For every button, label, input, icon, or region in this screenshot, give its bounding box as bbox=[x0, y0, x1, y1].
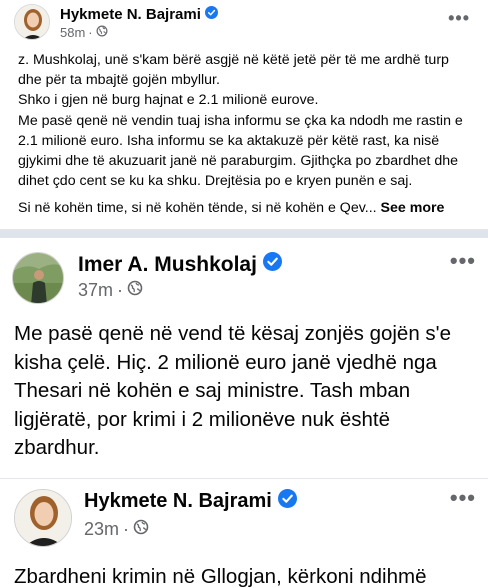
post-line: dhe për ta mbajtë gojën mbyllur. bbox=[18, 72, 220, 89]
post-hykmete-embedded: Hykmete N. Bajrami 23m · ••• Zbardheni k… bbox=[0, 478, 488, 588]
post-time[interactable]: 58m bbox=[60, 25, 85, 40]
post-separator bbox=[0, 230, 488, 238]
post-line: gjykimi dhe të akuzuarit janë në parabur… bbox=[18, 153, 459, 170]
post-time[interactable]: 23m bbox=[84, 519, 119, 540]
author-name-text[interactable]: Hykmete N. Bajrami bbox=[60, 6, 201, 23]
avatar-hykmete[interactable] bbox=[14, 4, 50, 40]
more-options-icon[interactable]: ••• bbox=[450, 248, 476, 274]
avatar-hykmete[interactable] bbox=[14, 489, 72, 547]
post-line: zbardhur. bbox=[14, 436, 100, 459]
post-line: kisha çelë. Hiç. 2 milionë euro janë vje… bbox=[14, 350, 437, 374]
author-name[interactable]: Hykmete N. Bajrami bbox=[60, 6, 218, 23]
post-meta: 37m · bbox=[78, 280, 143, 301]
post-body: z. Mushkolaj, unë s'kam bërë asgjë në kë… bbox=[18, 50, 474, 191]
globe-icon[interactable] bbox=[127, 280, 143, 301]
post-time[interactable]: 37m bbox=[78, 280, 113, 301]
post-hykmete-reply: Hykmete N. Bajrami 58m · ••• z. Mushkola… bbox=[0, 0, 488, 230]
globe-icon[interactable] bbox=[96, 25, 108, 40]
post-truncated-text: Si në kohën time, si në kohën tënde, si … bbox=[18, 200, 377, 216]
post-line: Shko i gjen në burg hajnat e 2.1 milionë… bbox=[18, 92, 319, 109]
see-more-link[interactable]: See more bbox=[381, 200, 445, 216]
author-name-text[interactable]: Hykmete N. Bajrami bbox=[84, 490, 272, 513]
post-meta: 58m · bbox=[60, 25, 108, 40]
post-line: ligjëratë, por krimi i 2 milionëve nuk ë… bbox=[14, 407, 390, 431]
author-name[interactable]: Hykmete N. Bajrami bbox=[84, 489, 297, 514]
verified-badge-icon bbox=[262, 252, 282, 277]
meta-separator: · bbox=[123, 519, 130, 539]
post-line: Thesari në kohën e saj ministre. Tash mb… bbox=[14, 379, 411, 402]
verified-badge-icon bbox=[204, 6, 218, 23]
post-body: Zbardheni krimin në Gllogjan, kërkoni nd… bbox=[14, 565, 427, 588]
post-line: Me pasë qenë në vend të kësaj zonjës goj… bbox=[14, 322, 451, 345]
globe-icon[interactable] bbox=[133, 519, 149, 540]
post-body: Me pasë qenë në vend të kësaj zonjës goj… bbox=[14, 320, 484, 463]
post-meta: 23m · bbox=[84, 519, 149, 540]
post-last-line: Si në kohën time, si në kohën tënde, si … bbox=[18, 200, 444, 216]
post-line: dihet çdo cent se ku ka shku. Drejtësia … bbox=[18, 173, 413, 190]
post-line: z. Mushkolaj, unë s'kam bërë asgjë në kë… bbox=[18, 52, 449, 68]
meta-separator: · bbox=[117, 280, 124, 300]
meta-separator: · bbox=[88, 25, 93, 40]
post-line: Me pasë qenë në vendin tuaj isha informu… bbox=[18, 112, 463, 129]
post-line: 2.1 milionë euro. Isha informu se ka akt… bbox=[18, 132, 440, 149]
more-options-icon[interactable]: ••• bbox=[448, 8, 470, 29]
verified-badge-icon bbox=[277, 489, 297, 514]
avatar-imer[interactable] bbox=[12, 252, 64, 304]
more-options-icon[interactable]: ••• bbox=[450, 485, 476, 511]
author-name-text[interactable]: Imer A. Mushkolaj bbox=[78, 253, 257, 277]
author-name[interactable]: Imer A. Mushkolaj bbox=[78, 252, 282, 277]
